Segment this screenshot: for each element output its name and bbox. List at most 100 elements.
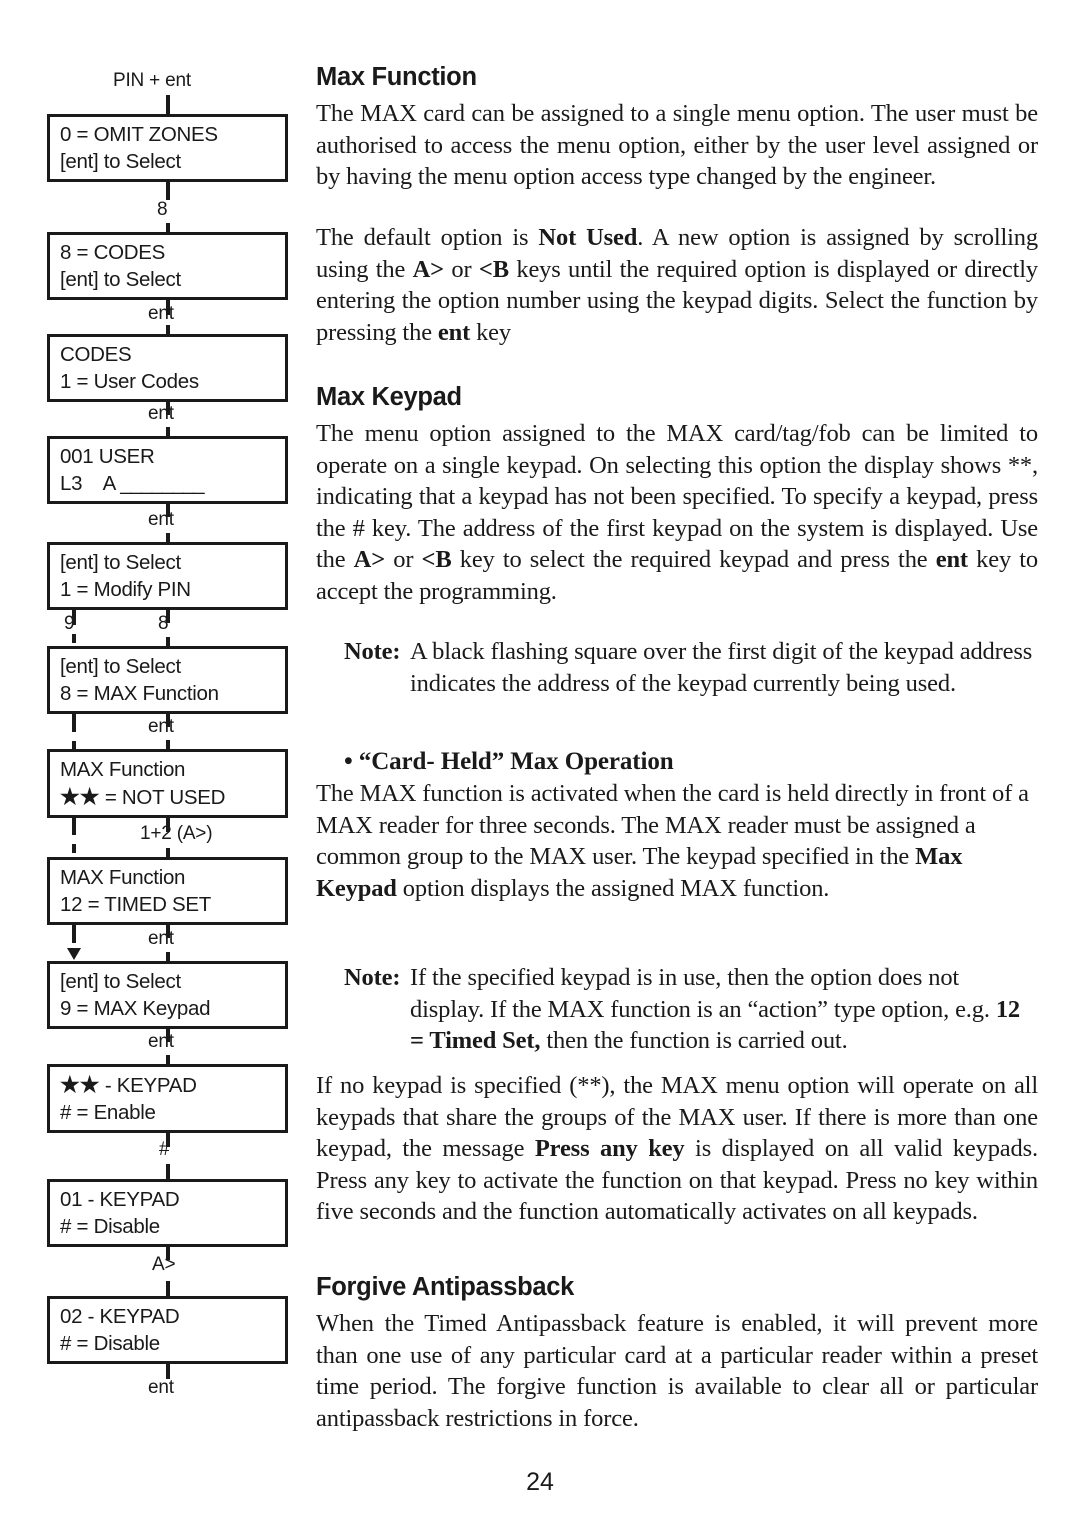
connector-label-9: ent: [148, 1031, 174, 1052]
star-glyphs: ★★: [60, 784, 100, 809]
connector-3b: [166, 427, 170, 436]
text-run: The default option is: [316, 224, 539, 251]
paragraph-max-keypad-1: The menu option assigned to the MAX card…: [316, 418, 1038, 608]
connector-label-1: 8: [157, 199, 168, 220]
connector-11b: [166, 1281, 170, 1296]
flow-box-codes: CODES 1 = User Codes: [47, 334, 288, 402]
emphasis-not-used: Not Used: [538, 224, 638, 251]
connector-label-5-dashed: 9: [64, 613, 75, 634]
flow-box-line-2: # = Enable: [60, 1101, 156, 1124]
paragraph-text: When the Timed Antipassback feature is e…: [316, 1310, 1038, 1432]
flow-box-line-2: L3 A ________: [60, 470, 285, 497]
bypass-dash-b: [72, 634, 76, 646]
flow-box-line-2: 9 = MAX Keypad: [60, 997, 211, 1020]
note-label: Note:: [344, 964, 401, 991]
key-b-back: <B: [478, 255, 509, 283]
flow-box-line-2: 1 = User Codes: [60, 370, 199, 393]
note-text: If the specified keypad is in use, then …: [410, 964, 996, 1023]
flow-box-omit-zones: 0 = OMIT ZONES [ent] to Select: [47, 114, 288, 182]
star-glyphs: ★★: [60, 1072, 100, 1097]
paragraph-text: The MAX function is activated when the c…: [316, 778, 1038, 904]
paragraph-text: The MAX card can be assigned to a single…: [316, 100, 1038, 191]
bypass-stub-8: [72, 924, 76, 934]
connector-5b: [166, 637, 170, 646]
flow-box-line-1: [ent] to Select: [60, 551, 181, 574]
bypass-arrow-head: [67, 948, 81, 960]
connector-label-5-solid: 8: [158, 613, 169, 634]
connector-1a: [166, 181, 170, 200]
section-card-held: • “Card- Held” Max Operation: [316, 746, 1038, 778]
connector-label-10: #: [159, 1139, 170, 1160]
flow-box-timed-set: MAX Function 12 = TIMED SET: [47, 857, 288, 925]
key-a-forward: A>: [412, 255, 445, 283]
flow-box-line-2: # = Disable: [60, 1215, 160, 1238]
section-max-keypad: Max Keypad: [316, 382, 1038, 412]
flow-box-line-1: MAX Function: [60, 758, 186, 781]
flow-box-user-record: 001 USER L3 A ________: [47, 436, 288, 504]
bypass-dash-c: [72, 723, 76, 749]
emphasis-press-any-key: Press any key: [534, 1135, 685, 1163]
connector-label-12: ent: [148, 1377, 174, 1398]
paragraph-text: If no keypad is specified (**), the MAX …: [316, 1070, 1038, 1228]
flow-box-line-2: 12 = TIMED SET: [60, 893, 211, 916]
flow-box-line-1: 01 - KEYPAD: [60, 1188, 180, 1211]
note-text-cont: then the function is carried out.: [540, 1027, 848, 1055]
connector-2b: [166, 325, 170, 334]
flow-box-line-2: 8 = MAX Function: [60, 682, 219, 705]
connector-label-8: ent: [148, 928, 174, 949]
text-run: key: [470, 318, 512, 346]
flow-box-max-function-not-used: MAX Function ★★ = NOT USED: [47, 749, 288, 818]
flow-box-line-2: 1 = Modify PIN: [60, 578, 191, 601]
connector-10b: [166, 1164, 170, 1179]
note-block-1: Note: A black flashing square over the fi…: [316, 636, 1038, 699]
paragraph-card-held-1: The MAX function is activated when the c…: [316, 778, 1038, 904]
connector-label-3: ent: [148, 403, 174, 424]
flow-box-line-1: [ent] to Select: [60, 655, 181, 678]
bypass-stub-7: [72, 816, 76, 826]
connector-7b: [166, 848, 170, 857]
flow-user-level: L3 A: [60, 472, 121, 495]
flow-box-max-keypad-menu: [ent] to Select 9 = MAX Keypad: [47, 961, 288, 1029]
flow-box-keypad-unspecified: ★★ - KEYPAD # = Enable: [47, 1064, 288, 1133]
paragraph-text: The menu option assigned to the MAX card…: [316, 418, 1038, 608]
paragraph-max-function-2: The default option is Not Used. A new op…: [316, 222, 1038, 348]
bypass-dash-e: [72, 934, 76, 948]
text-run: key to select the required keypad and pr…: [451, 546, 936, 574]
key-b-back: <B: [421, 546, 452, 574]
paragraph-max-function-1: The MAX card can be assigned to a single…: [316, 98, 1038, 193]
flow-box-max-function-menu: [ent] to Select 8 = MAX Function: [47, 646, 288, 714]
connector-4b: [166, 533, 170, 542]
article-body: Max Function The MAX card can be assigne…: [316, 0, 1038, 1532]
bypass-stub-6: [72, 713, 76, 723]
flow-box-line-2: # = Disable: [60, 1332, 160, 1355]
flow-box-line-1: 02 - KEYPAD: [60, 1305, 180, 1328]
flow-user-blank: ________: [120, 472, 204, 495]
flow-box-modify-pin: [ent] to Select 1 = Modify PIN: [47, 542, 288, 610]
text-run: or: [444, 255, 479, 283]
flow-box-keypad-02: 02 - KEYPAD # = Disable: [47, 1296, 288, 1364]
note-body: Note: If the specified keypad is in use, …: [316, 962, 1038, 1057]
note-block-2: Note: If the specified keypad is in use, …: [316, 962, 1038, 1057]
connector-label-7: 1+2 (A>): [140, 823, 213, 844]
flow-box-line-1: 001 USER: [60, 445, 155, 468]
key-ent: ent: [935, 546, 968, 574]
connector-6b: [166, 740, 170, 749]
section-max-function: Max Function: [316, 62, 1038, 92]
flow-entry-label: PIN + ent: [113, 70, 191, 91]
flow-box-line-1: ★★ - KEYPAD: [60, 1071, 285, 1099]
flow-box-line-2: [ent] to Select: [60, 150, 181, 173]
section-forgive-antipassback: Forgive Antipassback: [316, 1272, 1038, 1302]
flow-box-line-1-rest: - KEYPAD: [99, 1074, 197, 1097]
connector-label-11: A>: [152, 1254, 176, 1275]
flow-box-line-1: [ent] to Select: [60, 970, 181, 993]
key-ent: ent: [437, 318, 471, 346]
page-number: 24: [526, 1468, 554, 1496]
note-label: Note:: [344, 638, 401, 665]
connector-9b: [166, 1055, 170, 1064]
connector-label-6: ent: [148, 716, 174, 737]
programming-flowchart: PIN + ent 0 = OMIT ZONES [ent] to Select…: [0, 0, 305, 1532]
paragraph-no-keypad: If no keypad is specified (**), the MAX …: [316, 1070, 1038, 1228]
heading-forgive-antipassback: Forgive Antipassback: [316, 1273, 575, 1301]
connector-label-4: ent: [148, 509, 174, 530]
bypass-dash-d: [72, 826, 76, 857]
